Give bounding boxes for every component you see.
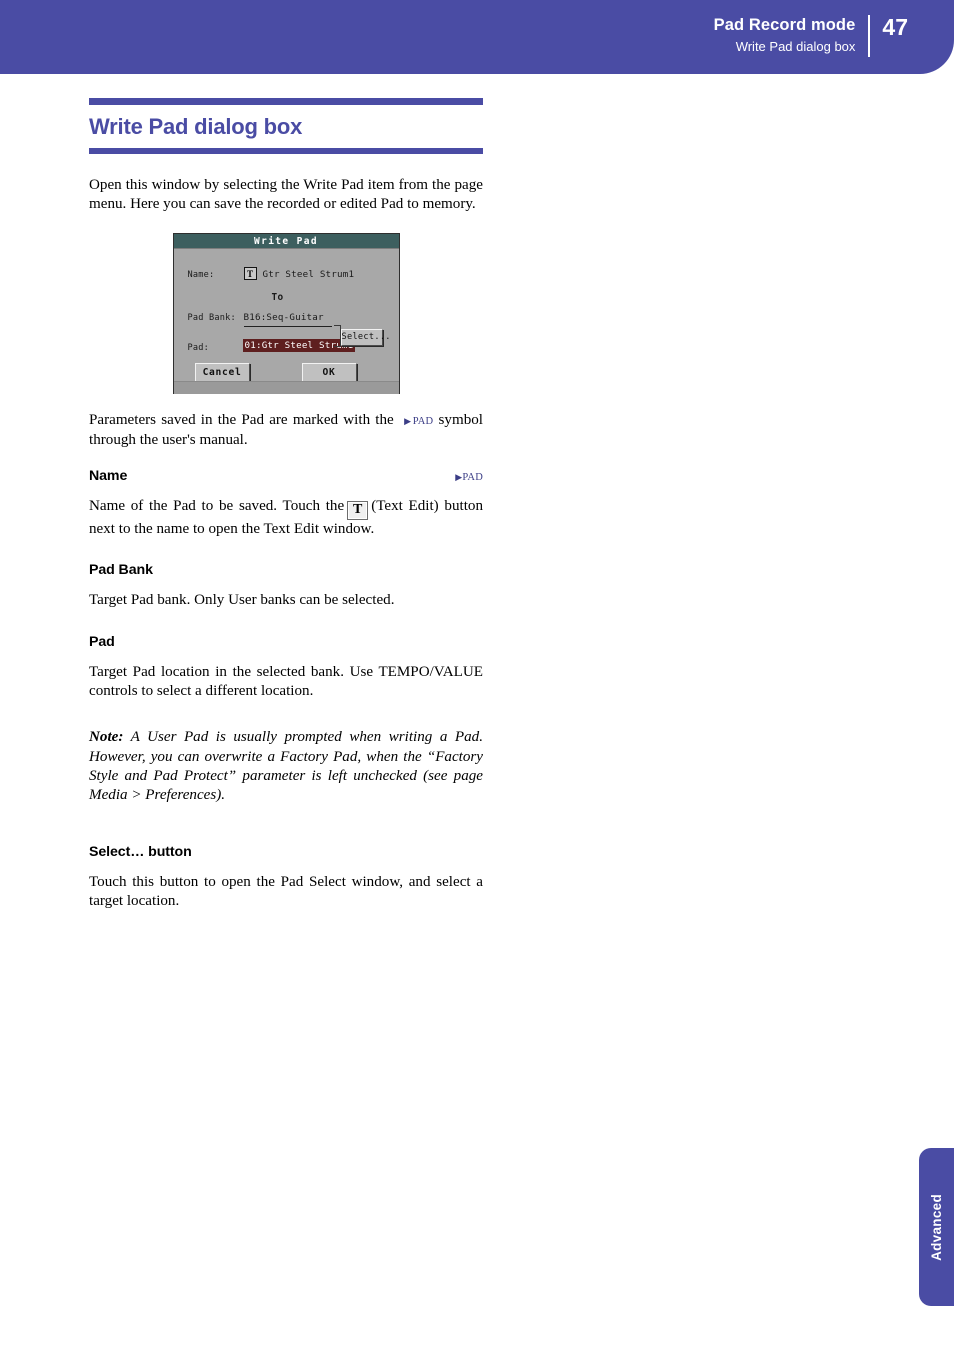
dialog-pad-bank-value[interactable]: B16:Seq-Guitar [244, 312, 324, 323]
pad-tag-label: PAD [412, 415, 434, 427]
page-header-content: Pad Record mode Write Pad dialog box 47 [714, 14, 908, 57]
side-tab-advanced[interactable]: Advanced [919, 1148, 954, 1306]
note-body-text: A User Pad is usually prompted when writ… [89, 729, 483, 804]
lcd-dialog-window: Write Pad Name: T Gtr Steel Strum1 To Pa… [172, 232, 400, 394]
text-edit-icon[interactable]: T [243, 266, 257, 280]
paragraph-name: Name of the Pad to be saved. Touch the T(… [89, 497, 483, 539]
dialog-body: Name: T Gtr Steel Strum1 To Pad Bank: B1… [173, 248, 399, 394]
dialog-cancel-button[interactable]: Cancel [194, 362, 250, 382]
page-number: 47 [882, 14, 908, 40]
header-title-group: Pad Record mode Write Pad dialog box [714, 14, 869, 56]
dialog-pad-label: Pad: [187, 342, 209, 353]
section-rule-bottom [89, 148, 483, 154]
subheading-pad-bank: Pad Bank [89, 562, 153, 579]
dialog-pad-bank-label: Pad Bank: [187, 312, 236, 323]
dialog-ok-button[interactable]: OK [301, 362, 357, 382]
paragraph-select-button: Touch this button to open the Pad Select… [89, 873, 483, 910]
section-rule-top [89, 98, 483, 105]
paragraph-pad-bank: Target Pad bank. Only User banks can be … [89, 592, 395, 609]
page-header-band: Pad Record mode Write Pad dialog box 47 [0, 0, 954, 74]
pad-tag-inline: ▶PAD [404, 416, 433, 427]
dialog-select-button[interactable]: Select... [340, 328, 390, 346]
subheading-pad: Pad [89, 633, 115, 650]
pad-tag-triangle-icon: ▶ [404, 415, 413, 426]
figure-write-pad-dialog: Write Pad Name: T Gtr Steel Strum1 To Pa… [89, 232, 483, 394]
pad-select-bracket [333, 324, 341, 347]
pad-symbol-text-a: Parameters saved in the Pad are marked w… [89, 411, 394, 428]
text-edit-icon[interactable]: T [347, 501, 369, 521]
side-tab-label: Advanced [929, 1193, 944, 1261]
intro-paragraph: Open this window by selecting the Write … [89, 177, 483, 213]
main-content-column: Write Pad dialog box Open this window by… [89, 98, 483, 911]
subheading-row-name: Name ▶PAD [89, 467, 483, 485]
dialog-titlebar: Write Pad [173, 233, 399, 249]
header-section-title: Write Pad dialog box [735, 39, 856, 54]
dialog-name-label: Name: [187, 269, 215, 280]
header-chapter-title: Pad Record mode [713, 16, 856, 34]
dialog-to-label: To [271, 291, 284, 303]
note-lead-label: Note: [89, 729, 124, 746]
pad-tag-name-section: ▶PAD [455, 472, 483, 483]
page-title: Write Pad dialog box [89, 114, 303, 139]
dialog-name-value[interactable]: Gtr Steel Strum1 [263, 269, 355, 280]
note-paragraph: Note: A User Pad is usually prompted whe… [89, 728, 483, 805]
paragraph-name-text-a: Name of the Pad to be saved. Touch the [89, 498, 345, 515]
pad-bank-underline [243, 325, 332, 327]
subheading-name: Name [89, 468, 128, 485]
paragraph-pad: Target Pad location in the selected bank… [89, 663, 483, 700]
subheading-select-button: Select… button [89, 843, 192, 860]
pad-tag-label: PAD [462, 472, 483, 484]
dialog-footer-strip [173, 380, 399, 394]
pad-symbol-paragraph: Parameters saved in the Pad are marked w… [89, 411, 483, 451]
